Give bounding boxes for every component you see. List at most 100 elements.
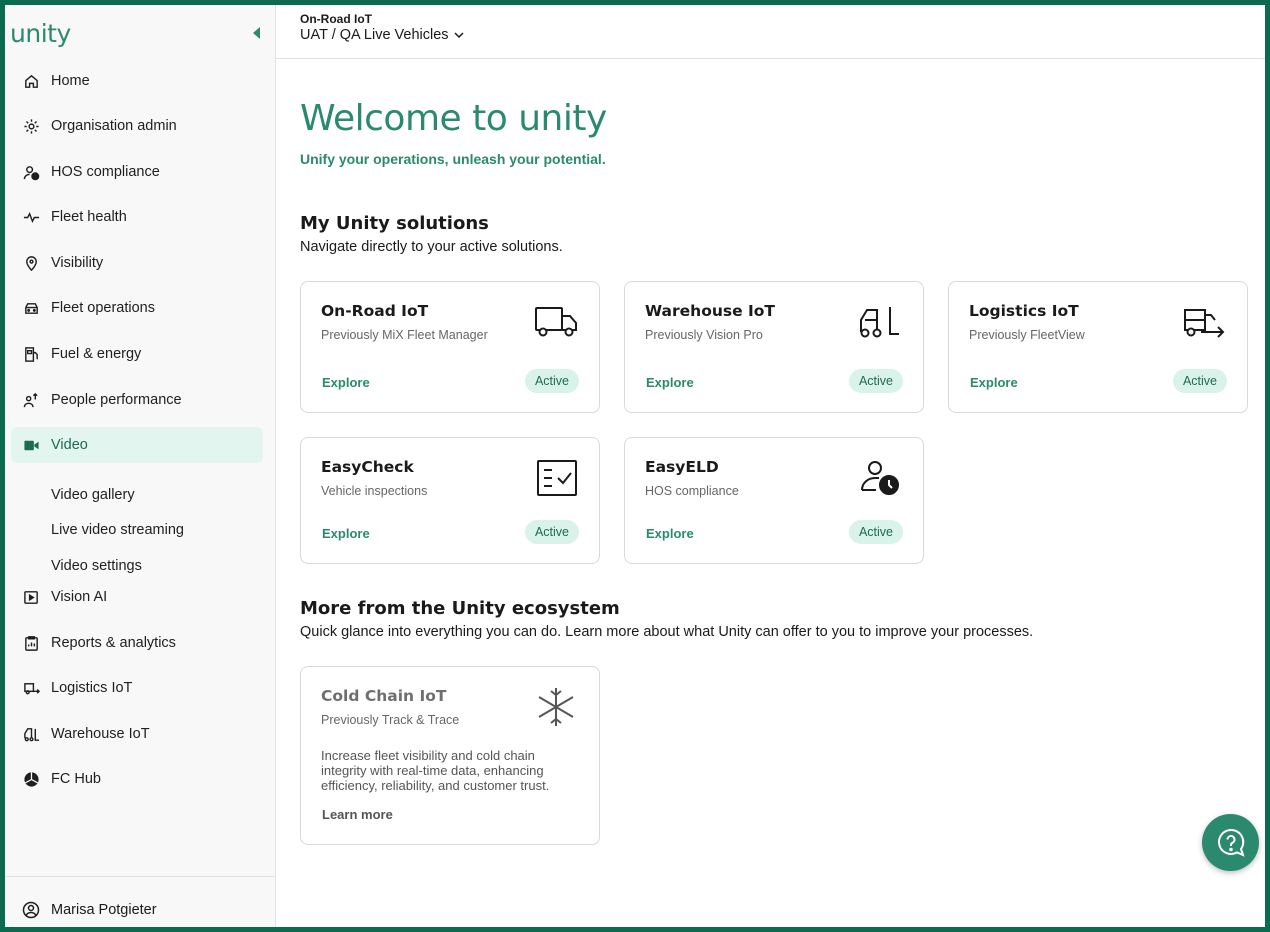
- card-subtitle: Previously Track & Trace: [321, 713, 460, 727]
- solutions-title: My Unity solutions: [300, 213, 489, 234]
- sidebar-item-hos-compliance[interactable]: HOS compliance: [11, 154, 263, 190]
- card-title: EasyELD: [645, 458, 719, 476]
- explore-link[interactable]: Explore: [646, 375, 694, 390]
- sidebar-item-label: Reports & analytics: [51, 635, 176, 651]
- context-title: On-Road IoT: [300, 12, 372, 26]
- truck-icon: [533, 302, 579, 342]
- card-description: Increase fleet visibility and cold chain…: [321, 748, 550, 793]
- help-chat-icon: [1217, 828, 1245, 857]
- explore-link[interactable]: Explore: [646, 526, 694, 541]
- pulse-icon: [22, 208, 40, 226]
- card-subtitle: Previously FleetView: [969, 328, 1085, 342]
- card-subtitle: HOS compliance: [645, 484, 739, 498]
- ecosystem-card-cold-chain-iot[interactable]: Cold Chain IoT Previously Track & Trace …: [300, 666, 600, 845]
- gear-icon: [22, 117, 40, 135]
- sidebar-subitem-video-settings[interactable]: Video settings: [51, 553, 142, 579]
- user-avatar-icon: [22, 901, 40, 919]
- top-bar: On-Road IoT UAT / QA Live Vehicles: [276, 5, 1265, 59]
- status-badge: Active: [1172, 369, 1227, 393]
- sidebar-item-fleet-operations[interactable]: Fleet operations: [11, 290, 263, 326]
- checklist-icon: [533, 458, 579, 498]
- sidebar-item-vision-ai[interactable]: Vision AI: [11, 579, 263, 615]
- forklift-icon: [857, 302, 903, 342]
- sidebar-item-label: Video: [51, 437, 88, 453]
- sidebar-item-fuel-energy[interactable]: Fuel & energy: [11, 336, 263, 372]
- clipboard-icon: [22, 634, 40, 652]
- app-window: unity Home Organisation admin HOS compli…: [5, 5, 1265, 927]
- sidebar-item-label: Home: [51, 73, 90, 89]
- sidebar-item-warehouse-iot[interactable]: Warehouse IoT: [11, 716, 263, 752]
- sidebar-item-visibility[interactable]: Visibility: [11, 245, 263, 281]
- context-selector[interactable]: UAT / QA Live Vehicles: [300, 27, 465, 43]
- solution-card-easycheck[interactable]: EasyCheck Vehicle inspections Explore Ac…: [300, 437, 600, 564]
- truck-arrow-icon: [22, 679, 40, 697]
- sidebar-item-logistics-iot[interactable]: Logistics IoT: [11, 670, 263, 706]
- status-badge: Active: [524, 520, 579, 544]
- sidebar-item-reports-analytics[interactable]: Reports & analytics: [11, 625, 263, 661]
- sidebar-subitem-live-video-streaming[interactable]: Live video streaming: [51, 517, 184, 543]
- sidebar-item-organisation-admin[interactable]: Organisation admin: [11, 108, 263, 144]
- solution-card-on-road-iot[interactable]: On-Road IoT Previously MiX Fleet Manager…: [300, 281, 600, 413]
- sidebar-item-home[interactable]: Home: [11, 63, 263, 99]
- main-content: Welcome to unity Unify your operations, …: [276, 60, 1265, 927]
- card-title: EasyCheck: [321, 458, 414, 476]
- sidebar-item-fleet-health[interactable]: Fleet health: [11, 199, 263, 235]
- sidebar-item-label: FC Hub: [51, 771, 101, 787]
- sidebar-item-label: HOS compliance: [51, 164, 160, 180]
- home-icon: [22, 72, 40, 90]
- fuel-icon: [22, 345, 40, 363]
- user-name: Marisa Potgieter: [51, 902, 157, 918]
- video-camera-icon: [22, 436, 40, 454]
- sidebar-item-label: Visibility: [51, 255, 104, 271]
- card-title: Cold Chain IoT: [321, 687, 447, 705]
- sidebar-item-label: People performance: [51, 392, 182, 408]
- sidebar-item-people-performance[interactable]: People performance: [11, 382, 263, 418]
- card-title: Logistics IoT: [969, 302, 1079, 320]
- truck-arrow-icon: [1181, 302, 1227, 342]
- sidebar-item-label: Fuel & energy: [51, 346, 142, 362]
- page-tagline: Unify your operations, unleash your pote…: [300, 151, 606, 167]
- explore-link[interactable]: Explore: [322, 526, 370, 541]
- location-pin-icon: [22, 254, 40, 272]
- sidebar-subitem-video-gallery[interactable]: Video gallery: [51, 482, 135, 508]
- explore-link[interactable]: Explore: [970, 375, 1018, 390]
- ecosystem-subtitle: Quick glance into everything you can do.…: [300, 624, 1034, 640]
- person-clock-icon: [857, 458, 903, 498]
- solutions-subtitle: Navigate directly to your active solutio…: [300, 239, 563, 255]
- sidebar-item-fc-hub[interactable]: FC Hub: [11, 761, 263, 797]
- vision-play-icon: [22, 588, 40, 606]
- snowflake-icon: [533, 687, 579, 727]
- card-title: Warehouse IoT: [645, 302, 776, 320]
- card-subtitle: Previously Vision Pro: [645, 328, 763, 342]
- ecosystem-title: More from the Unity ecosystem: [300, 598, 620, 619]
- sidebar-item-label: Vision AI: [51, 589, 108, 605]
- sidebar-item-video[interactable]: Video: [11, 427, 263, 463]
- sidebar-item-label: Fleet health: [51, 209, 127, 225]
- chevron-down-icon: [454, 32, 464, 39]
- sidebar-item-label: Organisation admin: [51, 118, 177, 134]
- card-subtitle: Vehicle inspections: [321, 484, 428, 498]
- explore-link[interactable]: Explore: [322, 375, 370, 390]
- sidebar-item-label: Fleet operations: [51, 300, 155, 316]
- forklift-icon: [22, 725, 40, 743]
- solution-card-logistics-iot[interactable]: Logistics IoT Previously FleetView Explo…: [948, 281, 1248, 413]
- learn-more-link[interactable]: Learn more: [322, 807, 393, 822]
- sidebar-item-label: Warehouse IoT: [51, 726, 150, 742]
- people-icon: [22, 391, 40, 409]
- unity-logo[interactable]: unity: [10, 19, 71, 48]
- card-subtitle: Previously MiX Fleet Manager: [321, 328, 488, 342]
- user-menu[interactable]: Marisa Potgieter: [22, 901, 157, 919]
- help-button[interactable]: [1202, 814, 1259, 871]
- card-title: On-Road IoT: [321, 302, 429, 320]
- solution-card-warehouse-iot[interactable]: Warehouse IoT Previously Vision Pro Expl…: [624, 281, 924, 413]
- hub-icon: [22, 770, 40, 788]
- user-profile: Marisa Potgieter: [5, 876, 276, 927]
- car-icon: [22, 299, 40, 317]
- page-title: Welcome to unity: [300, 98, 607, 139]
- collapse-sidebar-icon[interactable]: [253, 27, 260, 39]
- status-badge: Active: [848, 520, 903, 544]
- sidebar: unity Home Organisation admin HOS compli…: [5, 5, 276, 927]
- solution-card-easyeld[interactable]: EasyELD HOS compliance Explore Active: [624, 437, 924, 564]
- sidebar-item-label: Logistics IoT: [51, 680, 133, 696]
- context-selector-label: UAT / QA Live Vehicles: [300, 27, 449, 43]
